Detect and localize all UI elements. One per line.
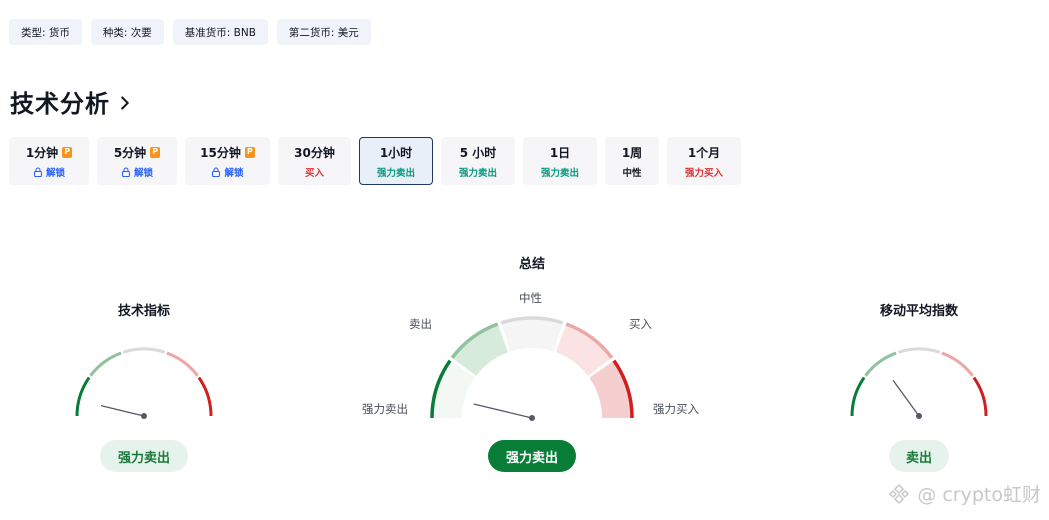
gauge-pivot: [916, 413, 922, 419]
interval-tab-1w[interactable]: 1周 中性: [605, 137, 659, 185]
gauge-segment-sell: [89, 351, 122, 377]
tag-type[interactable]: 类型: 货币: [9, 19, 82, 45]
interval-tab-1h[interactable]: 1小时 强力卖出: [359, 137, 433, 185]
watermark-text: @ crypto虹财: [917, 484, 1041, 506]
interval-tab-1d[interactable]: 1日 强力卖出: [523, 137, 597, 185]
interval-status: 解锁: [133, 167, 153, 179]
interval-label: 5分钟: [113, 145, 147, 160]
interval-tab-1mo[interactable]: 1个月 强力买入: [667, 137, 741, 185]
gauge-segment-neutral: [122, 347, 166, 354]
gauge-segment-sell: [864, 351, 897, 377]
gauge-dial: [850, 347, 988, 419]
gauge-needle: [892, 379, 920, 417]
section-title: 技术分析: [10, 90, 110, 118]
chevron-right-icon: [121, 96, 129, 110]
gauge-title: 技术指标: [117, 304, 171, 319]
gauge-segment-strong-sell: [850, 376, 866, 417]
gauge-pivot: [529, 415, 535, 421]
gauge-result-badge[interactable]: 卖出: [889, 440, 949, 472]
gauge-label-strong-sell: 强力卖出: [362, 402, 408, 416]
gauge-label-strong-buy: 强力买入: [653, 402, 699, 416]
gauge-segment-neutral: [897, 347, 941, 354]
interval-status: 强力卖出: [458, 167, 497, 179]
pro-badge-icon: P: [244, 146, 255, 158]
interval-label: 15分钟: [200, 145, 241, 160]
symbol-tags: 类型: 货币 种类: 次要 基准货币: BNB 第二货币: 美元: [9, 19, 371, 45]
lock-icon: [121, 166, 131, 177]
lock-icon: [212, 166, 221, 177]
interval-tabs: 1分钟 P 解锁 5分钟 P 解锁 15分钟 P 解锁 30分钟 买入 1小时 强力卖…: [9, 137, 749, 185]
section-heading-link[interactable]: 技术分析: [10, 84, 136, 119]
gauge-band-neutral: [501, 319, 563, 352]
interval-label: 1小时: [379, 145, 413, 160]
interval-status: 强力卖出: [540, 167, 579, 179]
interval-label: 5 小时: [459, 145, 497, 160]
interval-status: 强力买入: [684, 167, 723, 179]
interval-tab-5h[interactable]: 5 小时 强力卖出: [441, 137, 515, 185]
interval-label: 1个月: [687, 145, 721, 160]
interval-label: 1周: [621, 145, 643, 160]
interval-tab-30m[interactable]: 30分钟 买入: [278, 137, 351, 185]
watermark: @ crypto虹财: [887, 480, 1041, 507]
tag-category[interactable]: 种类: 次要: [90, 19, 164, 45]
gauge-pivot: [141, 413, 147, 419]
gauge-result-badge[interactable]: 强力卖出: [100, 440, 188, 472]
tag-base-currency[interactable]: 基准货币: BNB: [172, 19, 268, 45]
interval-tab-5m[interactable]: 5分钟 P 解锁: [97, 137, 177, 185]
gauge-segment-strong-buy: [197, 376, 213, 417]
gauge-segment-strong-buy: [972, 376, 988, 417]
pro-badge-icon: P: [62, 146, 73, 158]
binance-logo-icon: [889, 483, 910, 504]
gauge-segment-buy: [941, 351, 974, 377]
interval-tab-1m[interactable]: 1分钟 P 解锁: [9, 137, 89, 185]
gauge-title: 移动平均指数: [879, 304, 959, 319]
gauge-segment-buy: [166, 351, 199, 377]
lock-icon: [33, 166, 43, 177]
gauge-label-buy: 买入: [629, 317, 652, 331]
gauge-needle: [100, 405, 145, 417]
gauge-label-sell: 卖出: [409, 317, 432, 331]
gauge-result-badge[interactable]: 强力卖出: [488, 440, 576, 472]
interval-status: 解锁: [224, 167, 244, 179]
interval-status: 强力卖出: [376, 167, 415, 179]
tag-quote-currency[interactable]: 第二货币: 美元: [276, 19, 371, 45]
gauge-needle: [473, 403, 533, 419]
interval-status: 中性: [622, 167, 642, 179]
interval-tab-15m[interactable]: 15分钟 P 解锁: [185, 137, 270, 185]
interval-label: 30分钟: [294, 145, 335, 160]
gauge-segment-strong-sell: [75, 376, 91, 417]
interval-label: 1分钟: [25, 145, 59, 160]
interval-status: 买入: [304, 167, 324, 179]
pro-badge-icon: P: [150, 146, 161, 158]
interval-status: 解锁: [45, 167, 65, 179]
gauge-label-neutral: 中性: [519, 291, 542, 305]
gauge-title: 总结: [518, 257, 546, 272]
interval-label: 1日: [549, 145, 571, 160]
